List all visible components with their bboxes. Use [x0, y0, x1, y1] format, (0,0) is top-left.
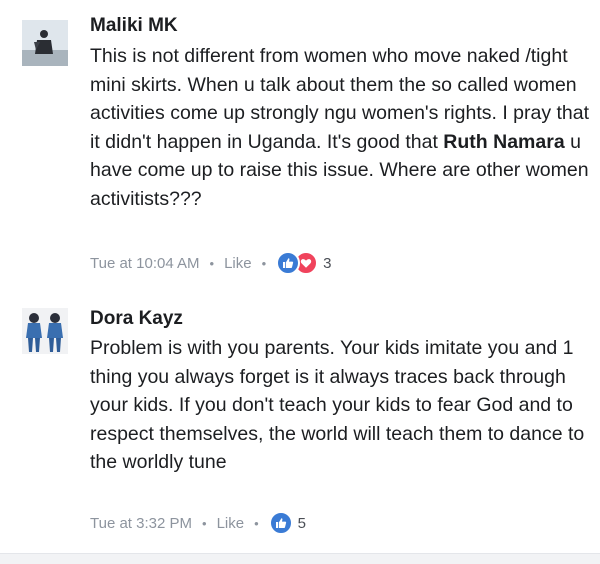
divider	[0, 553, 600, 564]
separator-dot: •	[261, 255, 267, 271]
timestamp[interactable]: Tue at 10:04 AM	[90, 255, 200, 272]
timestamp[interactable]: Tue at 3:32 PM	[90, 515, 192, 532]
separator-dot: •	[202, 515, 207, 531]
mention-link[interactable]: Ruth Namara	[443, 131, 564, 153]
avatar[interactable]	[22, 308, 68, 354]
author-name[interactable]: Maliki MK	[90, 14, 178, 38]
reactions-summary[interactable]: 5	[268, 511, 306, 535]
reaction-count: 3	[323, 254, 332, 272]
author-name[interactable]: Dora Kayz	[90, 307, 183, 331]
like-button[interactable]: Like	[217, 515, 245, 532]
like-button[interactable]: Like	[224, 255, 252, 272]
comment-text: This is not different from women who mov…	[90, 42, 595, 213]
reactions-summary[interactable]: 3	[276, 251, 332, 275]
reaction-count: 5	[297, 514, 306, 532]
comment-meta: Tue at 3:32 PM • Like • 5	[90, 511, 306, 535]
comment-meta: Tue at 10:04 AM • Like • 3	[90, 251, 332, 275]
separator-dot: •	[209, 255, 215, 271]
avatar[interactable]	[22, 20, 68, 66]
comment-text: Problem is with you parents. Your kids i…	[90, 337, 585, 473]
like-icon	[268, 511, 293, 535]
separator-dot: •	[254, 515, 259, 531]
like-icon	[276, 251, 301, 275]
